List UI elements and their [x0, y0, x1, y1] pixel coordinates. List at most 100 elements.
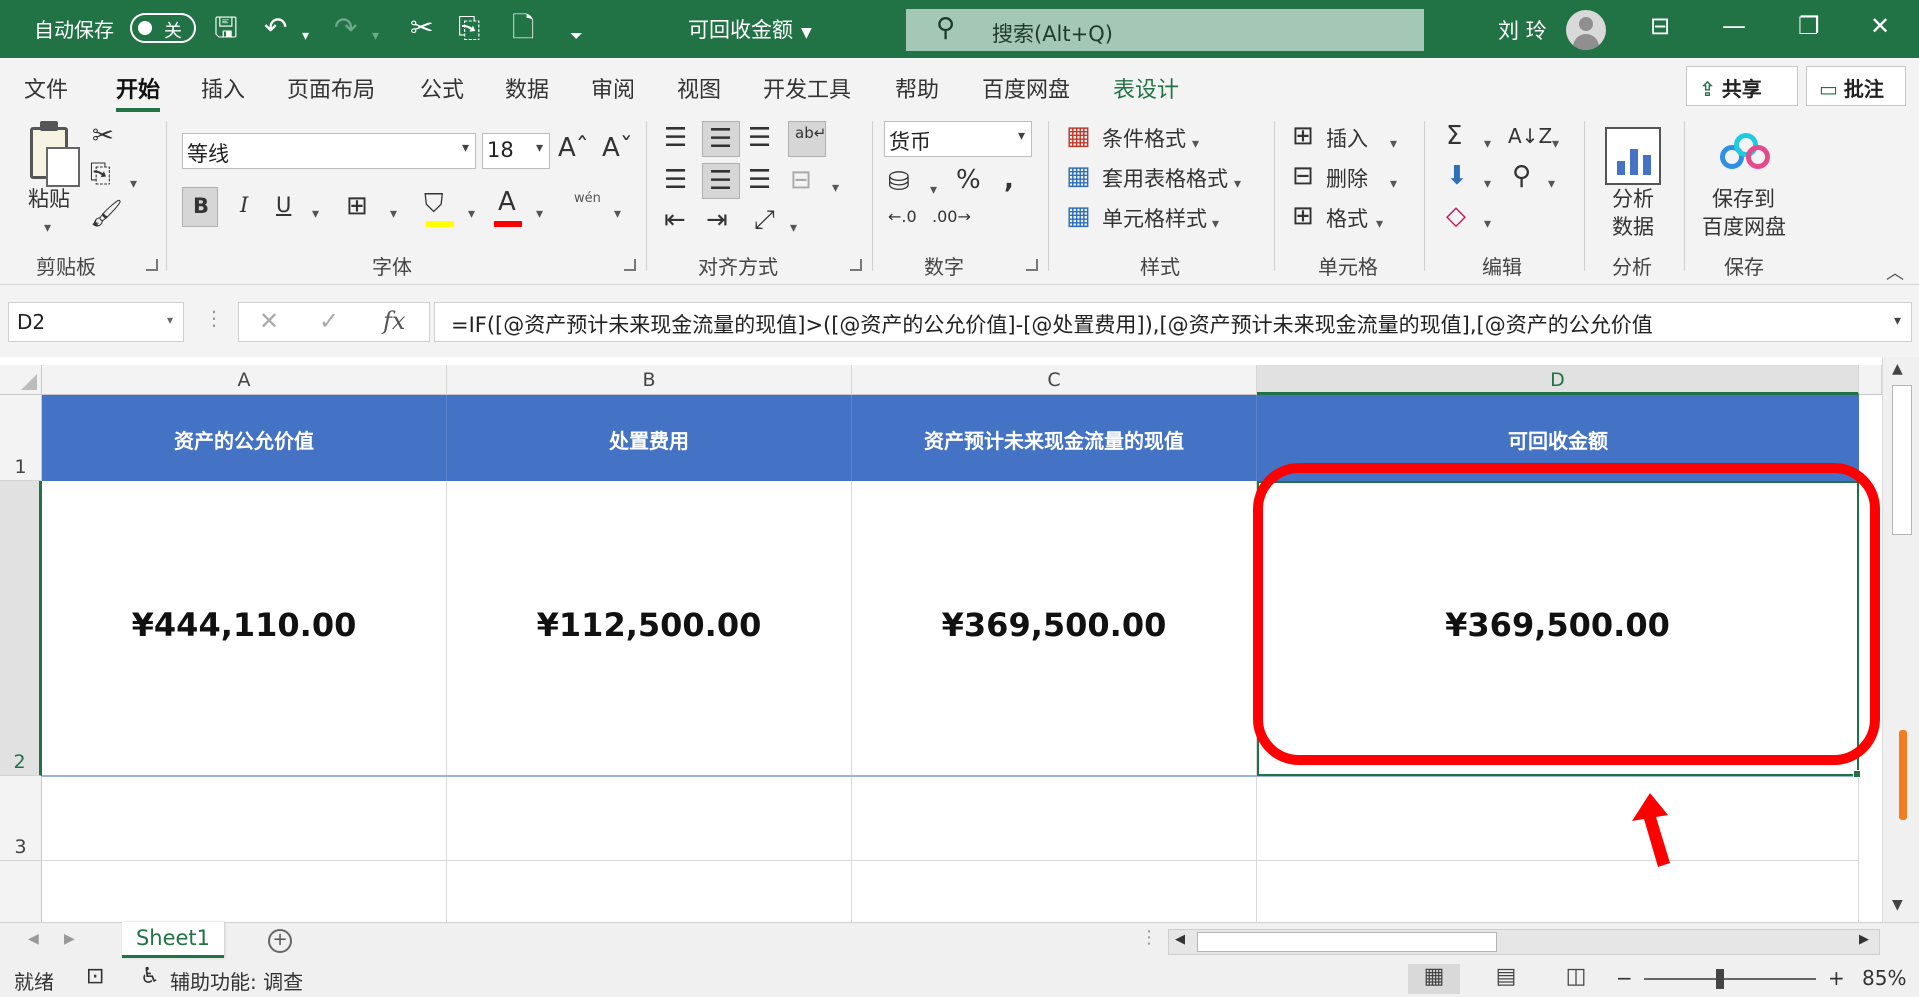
accessibility-status[interactable]: 辅助功能: 调查 — [170, 966, 303, 995]
conditional-format-dropdown-icon[interactable]: ▾ — [1192, 129, 1199, 159]
normal-view-icon[interactable]: ▦ — [1408, 964, 1460, 994]
merge-dropdown-icon[interactable]: ▾ — [832, 173, 839, 203]
table-format-button[interactable]: 套用表格格式 — [1102, 163, 1228, 193]
data-cell-b2[interactable]: ¥112,500.00 — [447, 481, 852, 776]
redo-icon[interactable]: ↷ — [334, 12, 357, 44]
column-header-c[interactable]: C — [852, 365, 1257, 395]
more-options-icon[interactable]: ⋮ — [204, 303, 224, 333]
row-header-4[interactable] — [0, 861, 42, 922]
bold-button[interactable]: B — [182, 187, 218, 227]
vertical-scrollbar[interactable]: ▲ ▼ — [1882, 357, 1919, 922]
empty-cell[interactable] — [1257, 861, 1859, 922]
baidu-cloud-icon[interactable] — [1720, 133, 1770, 169]
page-break-view-icon[interactable]: ◫ — [1550, 964, 1602, 994]
page-layout-view-icon[interactable]: ▤ — [1480, 964, 1532, 994]
minimize-icon[interactable]: — — [1722, 12, 1746, 40]
empty-cell[interactable] — [852, 861, 1257, 922]
delete-dropdown-icon[interactable]: ▾ — [1390, 169, 1397, 199]
wrap-text-button[interactable]: ab↵ — [788, 121, 826, 157]
tab-file[interactable]: 文件 — [24, 72, 68, 104]
prev-sheet-icon[interactable]: ◀ — [28, 931, 39, 947]
next-sheet-icon[interactable]: ▶ — [64, 931, 75, 947]
save-baidu-label-1[interactable]: 保存到 — [1712, 183, 1775, 213]
font-launcher-icon[interactable] — [624, 259, 636, 271]
format-painter-icon[interactable]: ⎘ — [458, 12, 480, 44]
data-cell-c2[interactable]: ¥369,500.00 — [852, 481, 1257, 776]
restore-icon[interactable]: ❐ — [1798, 12, 1820, 40]
cancel-icon[interactable]: ✕ — [259, 307, 279, 335]
align-right-icon[interactable]: ☰ — [748, 165, 771, 195]
decrease-indent-icon[interactable]: ⇤ — [664, 205, 686, 235]
copy-icon[interactable]: ⎘ — [90, 159, 111, 189]
zoom-slider-thumb[interactable] — [1716, 969, 1724, 989]
formula-input[interactable]: =IF([@资产预计未来现金流量的现值]>([@资产的公允价值]-[@处置费用]… — [434, 302, 1912, 342]
tab-insert[interactable]: 插入 — [201, 72, 245, 104]
empty-cell[interactable] — [42, 776, 447, 861]
cell-styles-dropdown-icon[interactable]: ▾ — [1212, 209, 1219, 239]
analyze-data-icon[interactable] — [1605, 127, 1661, 185]
increase-font-icon[interactable]: Aˆ — [558, 133, 589, 163]
scroll-up-icon[interactable]: ▲ — [1892, 361, 1903, 377]
tab-split-handle-icon[interactable]: ⋮ — [1140, 927, 1158, 948]
phonetic-guide-icon[interactable]: wén — [574, 191, 601, 206]
horizontal-scrollbar[interactable]: ◀ ▶ — [1168, 929, 1880, 955]
save-icon[interactable]: 🖫 — [214, 12, 238, 44]
undo-dropdown-icon[interactable]: ▾ — [302, 20, 309, 52]
insert-cells-button[interactable]: 插入 — [1326, 123, 1368, 153]
tab-page-layout[interactable]: 页面布局 — [287, 72, 375, 104]
fill-color-dropdown-icon[interactable]: ▾ — [468, 199, 475, 229]
clear-dropdown-icon[interactable]: ▾ — [1484, 209, 1491, 239]
new-file-icon[interactable]: 🗋 — [512, 12, 535, 44]
font-color-dropdown-icon[interactable]: ▾ — [536, 199, 543, 229]
tab-table-design[interactable]: 表设计 — [1113, 72, 1179, 104]
comments-button[interactable]: ▭ 批注 — [1806, 66, 1906, 106]
increase-indent-icon[interactable]: ⇥ — [706, 205, 728, 235]
analyze-data-label-2[interactable]: 数据 — [1612, 211, 1654, 241]
avatar[interactable] — [1566, 10, 1606, 50]
autosum-dropdown-icon[interactable]: ▾ — [1484, 129, 1491, 159]
align-bottom-icon[interactable]: ☰ — [748, 123, 771, 153]
align-middle-button[interactable]: ☰ — [702, 121, 740, 157]
table-header-cell[interactable]: 处置费用 — [447, 395, 852, 481]
select-all-button[interactable] — [0, 365, 42, 395]
row-header-3[interactable]: 3 — [0, 776, 42, 861]
empty-cell[interactable] — [42, 861, 447, 922]
zoom-out-icon[interactable]: − — [1616, 966, 1633, 990]
tab-baidu-netdisk[interactable]: 百度网盘 — [982, 72, 1070, 104]
close-icon[interactable]: ✕ — [1870, 12, 1890, 40]
redo-dropdown-icon[interactable]: ▾ — [372, 20, 379, 52]
scroll-down-icon[interactable]: ▼ — [1892, 897, 1903, 913]
align-center-button[interactable]: ☰ — [702, 163, 740, 199]
accounting-format-icon[interactable]: ⛁ — [888, 167, 910, 197]
delete-cells-button[interactable]: 删除 — [1326, 163, 1368, 193]
tab-help[interactable]: 帮助 — [895, 72, 939, 104]
zoom-in-icon[interactable]: + — [1828, 966, 1845, 990]
tab-data[interactable]: 数据 — [505, 72, 549, 104]
row-header-1[interactable]: 1 — [0, 395, 42, 481]
fill-icon[interactable]: ⬇ — [1446, 161, 1468, 191]
empty-cell[interactable] — [447, 861, 852, 922]
borders-icon[interactable]: ⊞ — [346, 191, 368, 221]
table-format-dropdown-icon[interactable]: ▾ — [1234, 169, 1241, 199]
column-header-d[interactable]: D — [1257, 365, 1859, 395]
paste-dropdown-icon[interactable]: ▾ — [44, 213, 51, 243]
fill-color-icon[interactable]: ⛉ — [424, 189, 444, 219]
undo-icon[interactable]: ↶ — [264, 12, 287, 44]
scroll-right-icon[interactable]: ▶ — [1859, 932, 1869, 947]
find-dropdown-icon[interactable]: ▾ — [1548, 169, 1555, 199]
find-select-icon[interactable]: ⚲ — [1512, 161, 1531, 191]
decrease-decimal-icon[interactable]: .00→ — [932, 207, 971, 226]
decrease-font-icon[interactable]: Aˇ — [602, 133, 633, 163]
accessibility-icon[interactable]: ♿ — [140, 964, 160, 989]
clear-icon[interactable]: ◇ — [1446, 201, 1466, 231]
save-baidu-label-2[interactable]: 百度网盘 — [1702, 211, 1786, 241]
merge-center-icon[interactable]: ⊟ — [790, 165, 812, 195]
tab-view[interactable]: 视图 — [677, 72, 721, 104]
enter-icon[interactable]: ✓ — [319, 307, 339, 335]
percent-icon[interactable]: % — [956, 165, 981, 195]
table-header-cell[interactable]: 资产预计未来现金流量的现值 — [852, 395, 1257, 481]
align-top-icon[interactable]: ☰ — [664, 123, 687, 153]
table-header-cell[interactable]: 资产的公允价值 — [42, 395, 447, 481]
row-header-2[interactable]: 2 — [0, 481, 42, 776]
vertical-scroll-thumb[interactable] — [1892, 385, 1912, 535]
